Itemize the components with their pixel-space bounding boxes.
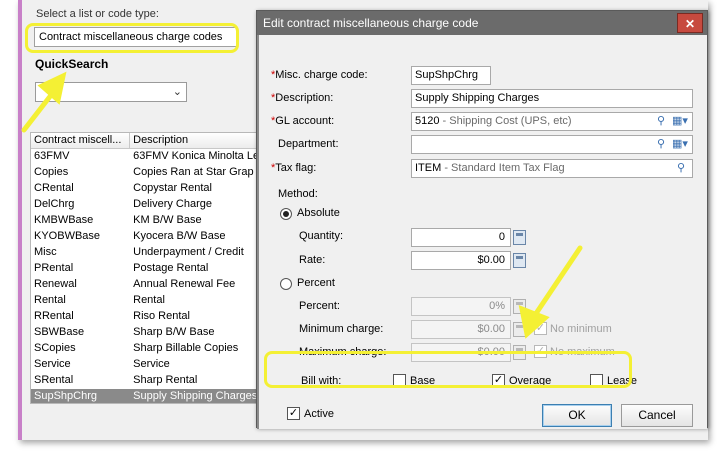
arrow-checkboxes xyxy=(530,245,583,321)
screenshot-frame: Select a list or code type: Contract mis… xyxy=(0,0,717,457)
arrow-quicksearch-head xyxy=(37,71,67,105)
arrow-checkboxes-head xyxy=(518,305,550,339)
annotation-arrows xyxy=(21,71,583,339)
